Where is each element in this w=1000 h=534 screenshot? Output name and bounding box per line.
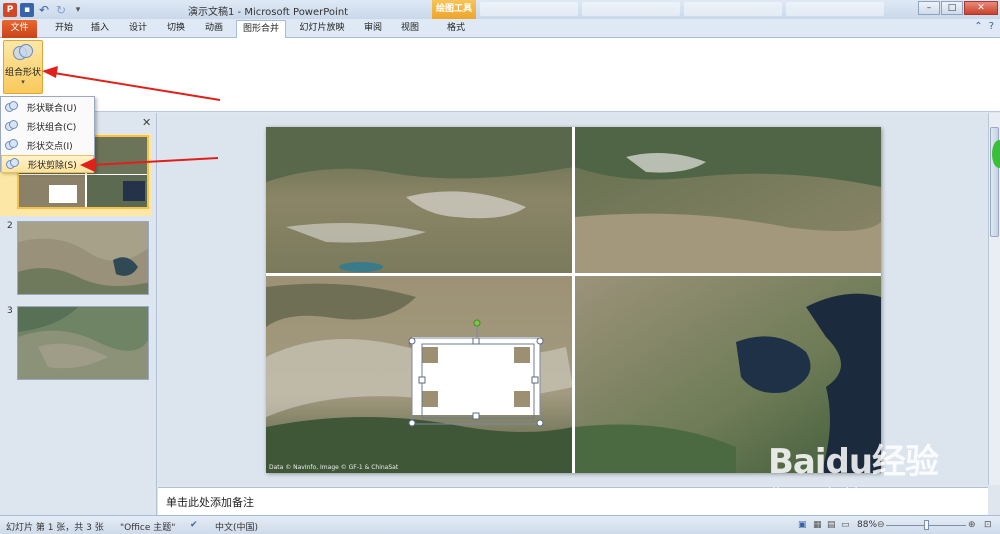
blurred-tab	[480, 2, 578, 16]
tab-file[interactable]: 文件	[2, 20, 37, 38]
tab-animations[interactable]: 动画	[198, 20, 230, 38]
current-slide[interactable]: Data © NavInfo, Image © GF-1 & ChinaSat	[266, 127, 881, 473]
powerpoint-app-icon[interactable]: P	[3, 2, 17, 17]
shape-union-icon	[5, 101, 19, 113]
undo-icon[interactable]: ↶	[37, 3, 51, 17]
save-icon[interactable]: ▪	[20, 2, 34, 17]
blurred-tab	[786, 2, 884, 16]
tab-transitions[interactable]: 切换	[160, 20, 192, 38]
slide-2-preview	[18, 222, 148, 294]
language-status[interactable]: 中文(中国)	[215, 520, 258, 533]
vertical-divider-line	[572, 127, 575, 473]
tab-insert[interactable]: 插入	[84, 20, 116, 38]
tab-home[interactable]: 开始	[48, 20, 80, 38]
slide-editing-area: Data © NavInfo, Image © GF-1 & ChinaSat	[158, 113, 988, 485]
zoom-level[interactable]: 88%	[857, 520, 877, 530]
tab-shape-combine[interactable]: 图形合并	[236, 20, 286, 38]
shape-intersect-icon	[5, 139, 19, 151]
slide-number: 3	[7, 306, 13, 316]
vertical-scrollbar[interactable]	[988, 113, 1000, 485]
blurred-tab	[684, 2, 782, 16]
collapse-ribbon-icon[interactable]: ⌃	[974, 21, 982, 32]
tab-view[interactable]: 视图	[394, 20, 426, 38]
tab-format[interactable]: 格式	[436, 20, 476, 38]
slide-thumbnail-3[interactable]	[17, 306, 149, 380]
window-controls: – □ ✕	[918, 1, 998, 15]
quick-access-toolbar: P ▪ ↶ ↻ ▾	[0, 2, 85, 17]
customize-toolbar-icon[interactable]: ▾	[71, 3, 85, 17]
menu-item-label: 形状组合(C)	[27, 122, 77, 133]
annotation-arrow-1	[42, 66, 221, 101]
tab-slideshow[interactable]: 幻灯片放映	[294, 20, 350, 38]
baidu-logo: Baidu经验	[768, 442, 939, 482]
slide-number: 2	[7, 221, 13, 231]
shape-subtract-icon	[6, 158, 20, 170]
slide-thumbnail-2[interactable]	[17, 221, 149, 295]
combine-shapes-label: 组合形状	[4, 68, 41, 78]
fit-to-window-icon[interactable]: ⊡	[984, 520, 992, 530]
chevron-down-icon: ▾	[21, 78, 25, 86]
close-icon[interactable]: ✕	[142, 116, 151, 129]
zoom-in-icon[interactable]: ⊕	[968, 520, 976, 530]
status-bar: 幻灯片 第 1 张，共 3 张 "Office 主题" ✔ 中文(中国) ▣ ▦…	[0, 515, 1000, 534]
ribbon-tabs: 文件 开始 插入 设计 切换 动画 图形合并 幻灯片放映 审阅 视图 格式 ⌃ …	[0, 19, 1000, 38]
slideshow-icon[interactable]: ▭	[841, 520, 850, 530]
tab-design[interactable]: 设计	[122, 20, 154, 38]
menu-item-label: 形状交点(I)	[27, 141, 73, 152]
combine-shapes-icon	[12, 44, 34, 62]
shape-combine-icon	[5, 120, 19, 132]
ribbon-help-area: ⌃ ?	[974, 21, 994, 32]
minimize-button[interactable]: –	[918, 1, 940, 15]
normal-view-icon[interactable]: ▣	[798, 520, 807, 530]
slide-sorter-icon[interactable]: ▦	[813, 520, 822, 530]
green-overlay-icon	[992, 140, 1000, 168]
combine-shapes-button[interactable]: 组合形状 ▾	[3, 40, 43, 94]
title-bar: P ▪ ↶ ↻ ▾ 演示文稿1 - Microsoft PowerPoint 绘…	[0, 0, 1000, 19]
help-icon[interactable]: ?	[989, 21, 994, 32]
close-button[interactable]: ✕	[964, 1, 998, 15]
menu-item-shape-combine[interactable]: 形状组合(C)	[1, 117, 94, 135]
tab-review[interactable]: 审阅	[358, 20, 388, 38]
maximize-button[interactable]: □	[941, 1, 963, 15]
image-credit: Data © NavInfo, Image © GF-1 & ChinaSat	[269, 464, 399, 471]
blurred-tab	[582, 2, 680, 16]
annotation-arrow-2	[80, 157, 219, 172]
window-title: 演示文稿1 - Microsoft PowerPoint	[188, 7, 349, 18]
baidu-url: jingyan.baidu.com	[772, 486, 902, 502]
zoom-out-icon[interactable]: ⊖	[877, 520, 885, 530]
redo-icon[interactable]: ↻	[54, 3, 68, 17]
slide-count-status: 幻灯片 第 1 张，共 3 张	[6, 523, 104, 533]
zoom-slider-thumb[interactable]	[924, 520, 929, 530]
baidu-watermark: Baidu经验 jingyan.baidu.com	[768, 434, 988, 514]
blurred-browser-tabs	[480, 2, 884, 16]
menu-item-shape-intersect[interactable]: 形状交点(I)	[1, 136, 94, 154]
reading-view-icon[interactable]: ▤	[827, 520, 836, 530]
menu-item-label: 形状剪除(S)	[28, 160, 77, 171]
spellcheck-icon[interactable]: ✔	[190, 520, 198, 530]
theme-status: "Office 主题"	[120, 523, 176, 533]
slide-3-preview	[18, 307, 148, 379]
drawing-tools-context-tab: 绘图工具	[432, 0, 476, 19]
